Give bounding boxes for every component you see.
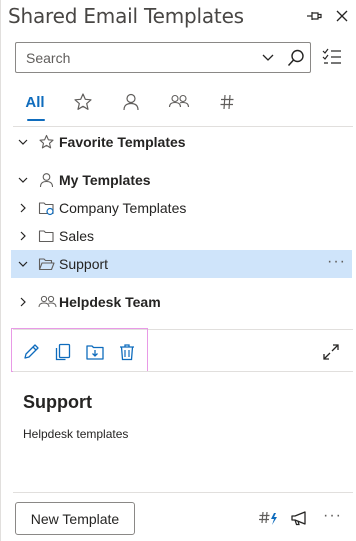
expand-icon[interactable] [321, 342, 341, 362]
tree-item-label: Helpdesk Team [59, 294, 161, 310]
open-folder-icon [38, 258, 55, 271]
chevron-down-icon[interactable] [261, 52, 275, 64]
footer-divider [13, 492, 353, 493]
tree-item-label: Company Templates [59, 200, 187, 216]
move-to-folder-icon[interactable] [85, 342, 105, 362]
tree-item-sales[interactable]: Sales [11, 222, 352, 250]
hashtag-icon [220, 94, 234, 110]
chevron-down-icon[interactable] [17, 136, 29, 148]
tree-item-helpdesk-team[interactable]: Helpdesk Team [11, 288, 352, 316]
tab-favorites[interactable] [71, 86, 95, 126]
tab-my-templates[interactable] [119, 86, 143, 126]
more-options-button[interactable]: ··· [323, 507, 342, 525]
pane-title: Shared Email Templates [8, 4, 244, 28]
delete-icon[interactable] [117, 342, 137, 362]
chevron-right-icon[interactable] [17, 296, 29, 308]
star-icon [74, 93, 92, 110]
shared-folder-icon [38, 202, 54, 216]
tree-item-favorite-templates[interactable]: Favorite Templates [11, 128, 352, 156]
megaphone-icon[interactable] [289, 508, 311, 528]
tab-shared-teams[interactable] [167, 86, 191, 126]
search-input[interactable] [16, 43, 256, 72]
tree-item-label: My Templates [59, 172, 151, 188]
copy-icon[interactable] [53, 342, 73, 362]
pin-icon[interactable] [305, 8, 323, 24]
chevron-down-icon[interactable] [17, 174, 29, 186]
shared-email-templates-pane: Shared Email Templates All [0, 0, 356, 541]
checklist-filter-icon[interactable] [321, 46, 343, 68]
person-icon [123, 93, 139, 111]
folder-icon [38, 230, 54, 243]
edit-icon[interactable] [21, 342, 41, 362]
more-options-button[interactable]: ··· [327, 253, 346, 271]
tree-item-my-templates[interactable]: My Templates [11, 166, 352, 194]
toolbar-divider [13, 371, 353, 372]
tab-all-label: All [25, 94, 45, 111]
tab-strip: All [1, 86, 356, 126]
search-box [15, 42, 311, 73]
people-icon [38, 295, 57, 308]
folder-description: Helpdesk templates [23, 427, 129, 441]
new-template-button[interactable]: New Template [15, 502, 135, 535]
tree-item-label: Support [59, 256, 109, 272]
tab-all[interactable]: All [15, 86, 55, 126]
folder-title: Support [23, 392, 92, 412]
tab-hashtags[interactable] [215, 86, 239, 126]
title-bar: Shared Email Templates [1, 0, 356, 34]
tabs-divider [13, 126, 353, 127]
search-icon[interactable] [286, 48, 306, 68]
people-icon [168, 94, 190, 108]
chevron-right-icon[interactable] [17, 230, 29, 242]
tree-item-company-templates[interactable]: Company Templates [11, 194, 352, 222]
star-icon [39, 134, 54, 149]
person-icon [39, 173, 54, 188]
tree-item-support[interactable]: Support ··· [11, 250, 352, 278]
tree-item-label: Sales [59, 228, 95, 244]
chevron-down-icon[interactable] [17, 258, 29, 270]
chevron-right-icon[interactable] [17, 202, 29, 214]
tree-item-label: Favorite Templates [59, 134, 186, 150]
close-icon[interactable] [333, 7, 351, 25]
macro-hashtag-icon[interactable] [257, 508, 279, 528]
